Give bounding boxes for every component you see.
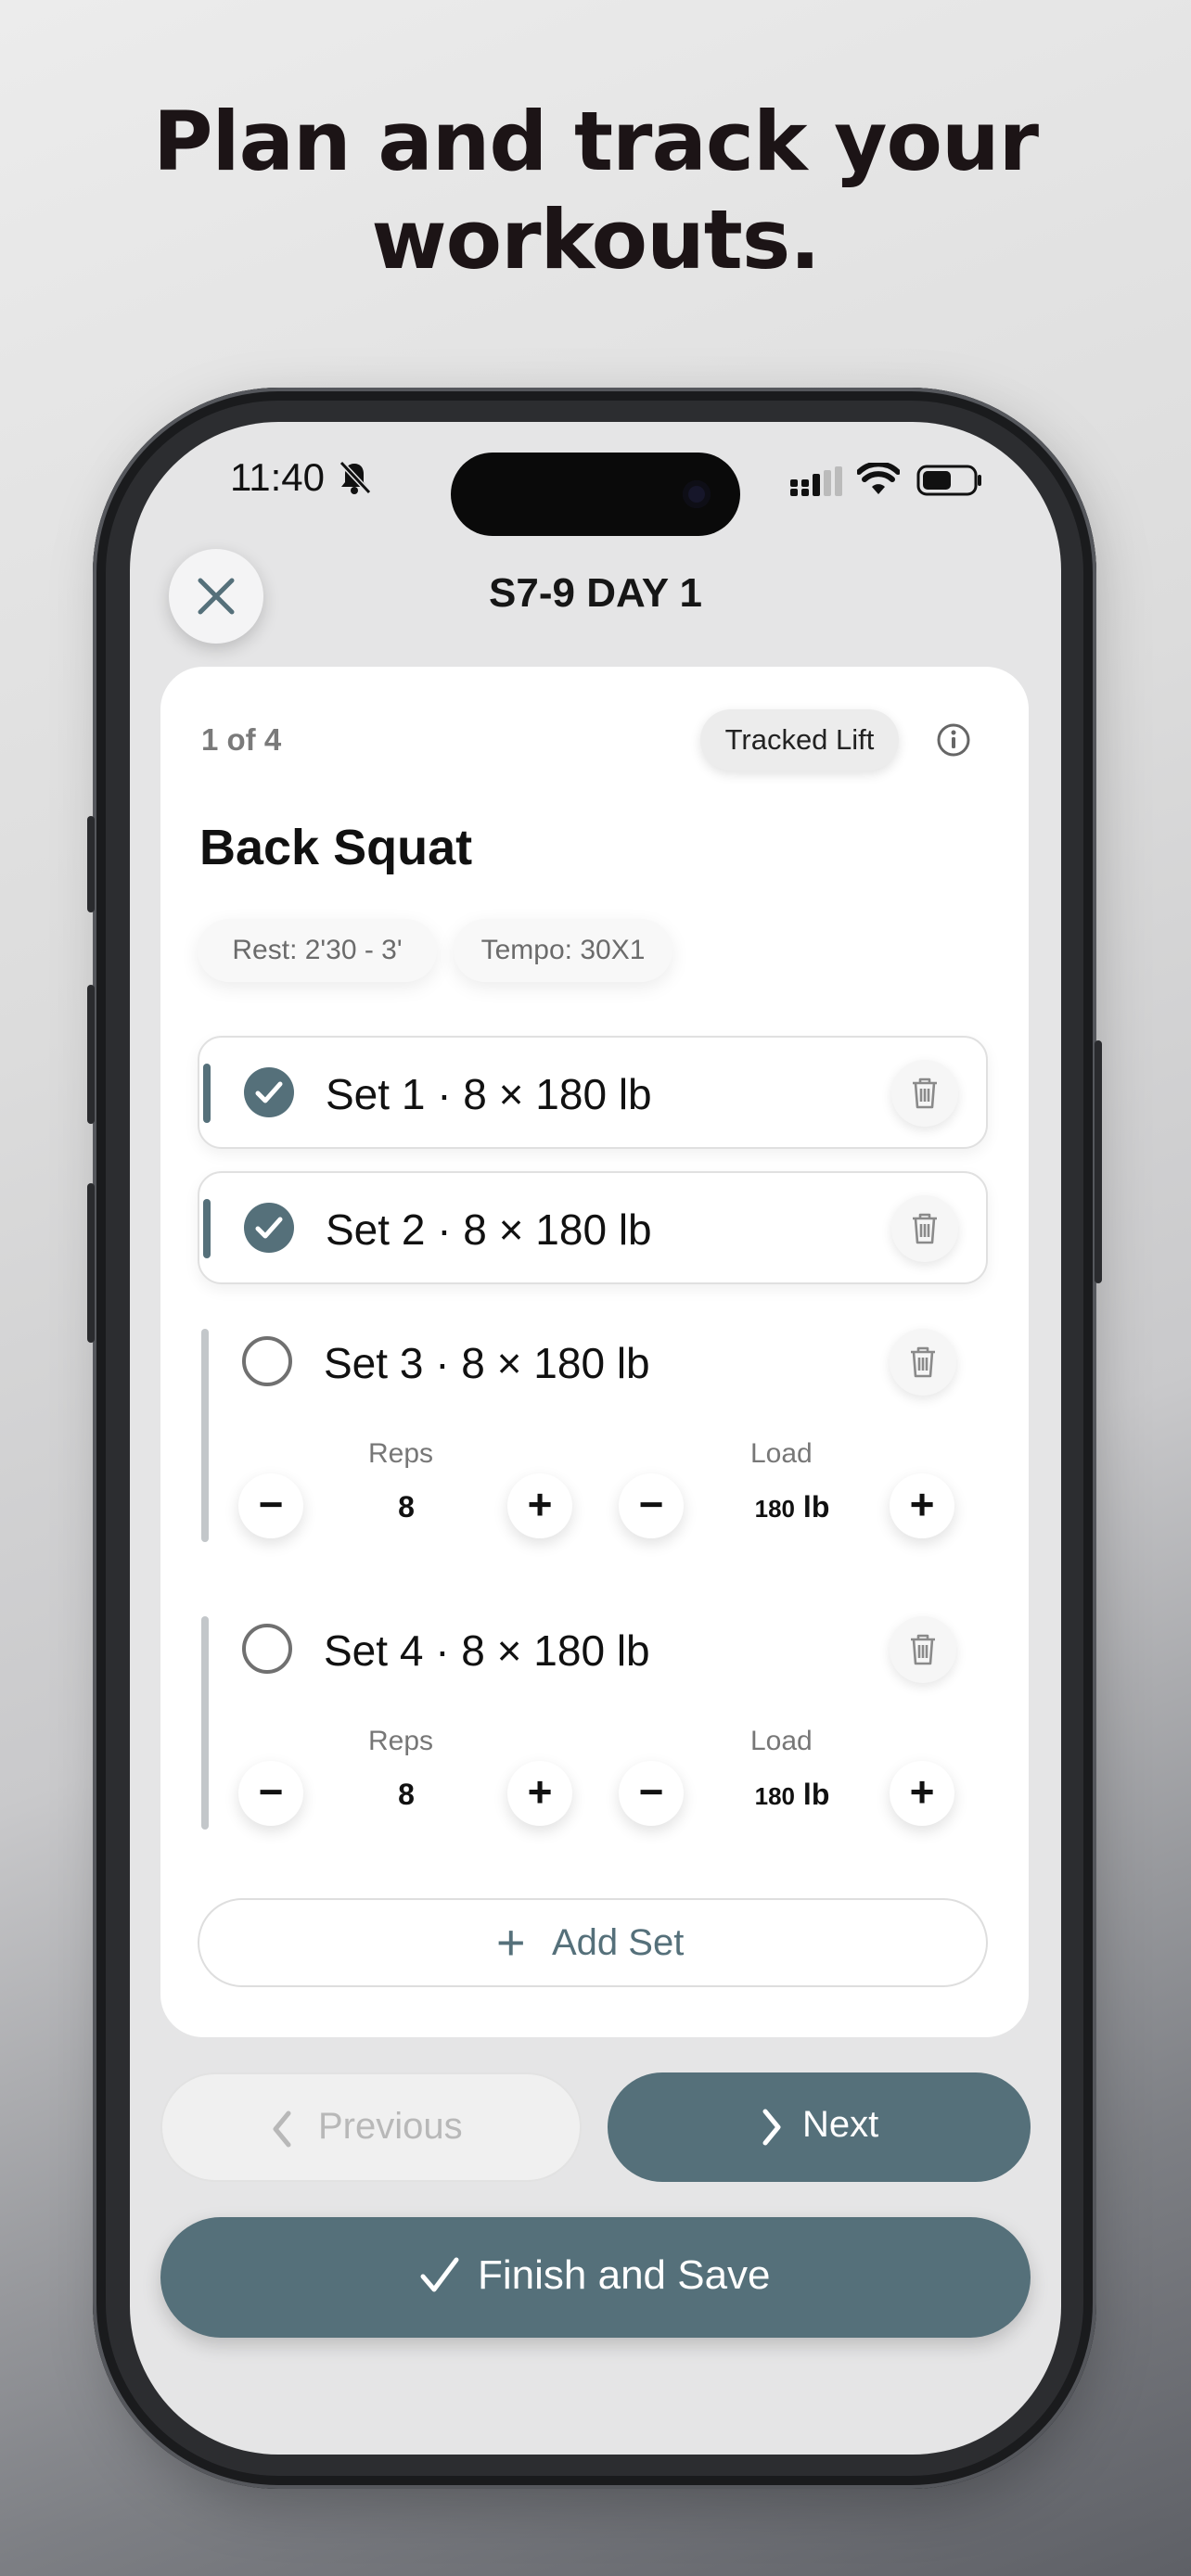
set-checkbox-2[interactable]: [244, 1203, 294, 1253]
battery-icon: [916, 465, 981, 496]
load-unit: lb: [802, 1778, 830, 1811]
add-set-label: Add Set: [552, 1922, 685, 1963]
camera-lens: [683, 480, 711, 508]
set-checkbox-4[interactable]: [242, 1624, 292, 1674]
set-label-4: Set 4 · 8 × 180 lb: [324, 1626, 650, 1675]
rest-pill: Rest: 2'30 - 3': [198, 919, 437, 982]
plus-icon: +: [496, 1915, 526, 1970]
load-decrement-button[interactable]: −: [619, 1761, 684, 1826]
reps-label: Reps: [368, 1726, 434, 1756]
finish-and-save-button[interactable]: Finish and Save: [160, 2217, 1031, 2338]
add-set-button[interactable]: + Add Set: [198, 1898, 988, 1987]
tempo-pill: Tempo: 30X1: [454, 919, 672, 982]
headline: Plan and track your workouts.: [0, 93, 1191, 289]
bell-slash-icon: [339, 460, 372, 495]
load-increment-button[interactable]: +: [890, 1761, 954, 1826]
set-accent-bar: [203, 1064, 211, 1123]
delete-set-button-3[interactable]: [890, 1329, 956, 1396]
chevron-right-icon: [762, 2109, 781, 2146]
next-button[interactable]: Next: [608, 2072, 1031, 2182]
screen-title: S7-9 DAY 1: [489, 570, 702, 616]
wifi-icon: [857, 463, 900, 494]
set-row-1[interactable]: Set 1 · 8 × 180 lb: [198, 1036, 988, 1149]
finish-and-save-label: Finish and Save: [478, 2252, 771, 2298]
reps-value: 8: [398, 1778, 415, 1811]
checkmark-icon: [255, 1217, 283, 1239]
load-value: 180 lb: [723, 1778, 862, 1812]
set-row-4: Set 4 · 8 × 180 lb Reps Load − 8 + − 180…: [198, 1594, 988, 1846]
set-row-2[interactable]: Set 2 · 8 × 180 lb: [198, 1171, 988, 1284]
headline-line-1: Plan and track your: [152, 94, 1039, 189]
load-value: 180 lb: [723, 1490, 862, 1524]
reps-decrement-button[interactable]: −: [238, 1473, 303, 1538]
load-increment-button[interactable]: +: [890, 1473, 954, 1538]
reps-value: 8: [398, 1490, 415, 1524]
previous-label: Previous: [318, 2106, 463, 2147]
next-label: Next: [802, 2104, 879, 2145]
load-number: 180: [754, 1495, 796, 1523]
reps-increment-button[interactable]: +: [507, 1473, 572, 1538]
previous-button[interactable]: Previous: [160, 2072, 582, 2182]
set-checkbox-1[interactable]: [244, 1067, 294, 1117]
phone-volume-down-button: [87, 1183, 95, 1343]
exercise-card: 1 of 4 Tracked Lift Back Squat Rest: 2'3…: [160, 667, 1029, 2037]
trash-icon: [911, 1346, 935, 1378]
checkmark-icon: [255, 1081, 283, 1103]
status-time: 11:40: [230, 455, 325, 499]
exercise-title: Back Squat: [199, 820, 473, 875]
load-number: 180: [754, 1782, 796, 1810]
phone-power-button: [1095, 1040, 1102, 1283]
set-checkbox-3[interactable]: [242, 1336, 292, 1386]
set-row-3: Set 3 · 8 × 180 lb Reps Load − 8 + − 180…: [198, 1307, 988, 1559]
phone-screen: 11:40 S7-9 DAY 1 1 of 4 Tracked Lift Bac…: [130, 422, 1061, 2455]
load-decrement-button[interactable]: −: [619, 1473, 684, 1538]
reps-decrement-button[interactable]: −: [238, 1761, 303, 1826]
set-accent-bar: [201, 1616, 209, 1830]
trash-icon: [913, 1213, 937, 1244]
headline-line-2: workouts.: [371, 192, 820, 287]
info-icon[interactable]: [936, 722, 971, 758]
exercise-counter: 1 of 4: [201, 722, 282, 757]
reps-increment-button[interactable]: +: [507, 1761, 572, 1826]
set-label-3: Set 3 · 8 × 180 lb: [324, 1339, 650, 1387]
signal-icon: [790, 466, 842, 496]
checkmark-icon: [420, 2257, 459, 2292]
set-accent-bar: [201, 1329, 209, 1542]
delete-set-button-4[interactable]: [890, 1616, 956, 1683]
tracked-lift-badge[interactable]: Tracked Lift: [700, 709, 899, 771]
trash-icon: [913, 1078, 937, 1109]
set-label-1: Set 1 · 8 × 180 lb: [326, 1070, 652, 1118]
phone-side-button: [87, 816, 95, 912]
delete-set-button-1[interactable]: [891, 1060, 958, 1127]
load-label: Load: [750, 1726, 813, 1756]
chevron-left-icon: [273, 2111, 291, 2148]
reps-label: Reps: [368, 1438, 434, 1469]
set-accent-bar: [203, 1199, 211, 1258]
load-unit: lb: [802, 1490, 830, 1524]
phone-volume-up-button: [87, 985, 95, 1124]
trash-icon: [911, 1634, 935, 1665]
delete-set-button-2[interactable]: [891, 1195, 958, 1262]
set-label-2: Set 2 · 8 × 180 lb: [326, 1205, 652, 1254]
dynamic-island: [451, 453, 740, 536]
load-label: Load: [750, 1438, 813, 1469]
